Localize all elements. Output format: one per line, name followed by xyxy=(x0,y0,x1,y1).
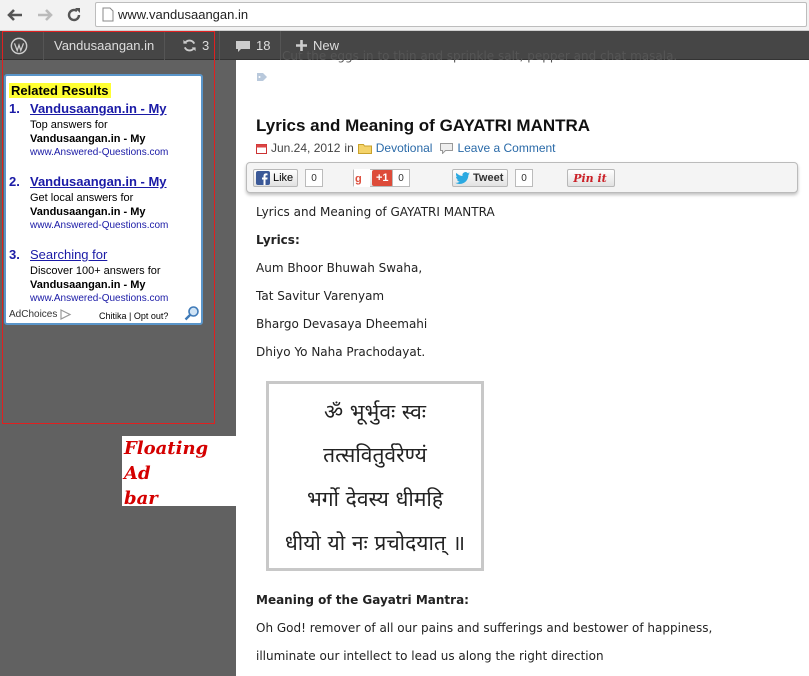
pinterest-button[interactable]: Pin it xyxy=(567,169,615,187)
tweet-count: 0 xyxy=(515,169,533,187)
previous-post-text: Cut the eggs in to thin and sprinkle sal… xyxy=(282,49,678,63)
like-label: Like xyxy=(273,172,294,184)
share-bar: Like 0 g +1 0 Tweet 0 Pin it xyxy=(246,162,798,193)
gplus-label: +1 xyxy=(372,170,393,186)
annotation-line: Floating Ad xyxy=(124,438,209,484)
facebook-like-button[interactable]: Like xyxy=(253,169,299,187)
mantra-line: धीयो यो नः प्रचोदयात् ॥ xyxy=(284,531,466,555)
reload-icon xyxy=(67,8,81,22)
post-meta: Jun.24, 2012 in Devotional Leave a Comme… xyxy=(256,141,556,155)
url-text: www.vandusaangan.in xyxy=(118,7,249,22)
floating-ad-annotation-label: Floating Ad bar xyxy=(122,436,236,509)
comments-count: 18 xyxy=(256,38,271,53)
tweet-label: Tweet xyxy=(473,172,504,184)
svg-text:g: g xyxy=(355,173,362,185)
comments-button[interactable]: 18 xyxy=(225,31,282,60)
google-plus-icon: g xyxy=(354,169,370,187)
post-date: Jun.24, 2012 xyxy=(271,141,341,155)
pin-label: Pin it xyxy=(573,171,607,185)
folder-icon xyxy=(357,143,372,154)
gayatri-mantra-image: ॐ भूर्भुवः स्वः तत्सवितुर्वरेण्यं भर्गो … xyxy=(266,381,484,571)
mantra-line: तत्सवितुर्वरेण्यं xyxy=(323,443,427,467)
browser-toolbar: www.vandusaangan.in xyxy=(0,0,809,31)
forward-button[interactable] xyxy=(34,4,56,26)
back-button[interactable] xyxy=(4,4,26,26)
tag-icon xyxy=(257,73,267,81)
meaning-heading: Meaning of the Gayatri Mantra: xyxy=(256,593,469,607)
lyrics-line: Bhargo Devasaya Dheemahi xyxy=(256,317,428,331)
page-icon xyxy=(102,7,114,22)
meaning-line: Oh God! remover of all our pains and suf… xyxy=(256,621,713,635)
floating-ad-annotation-frame xyxy=(2,31,215,424)
mantra-line: भर्गो देवस्य धीमहि xyxy=(306,487,444,511)
leave-comment-link[interactable]: Leave a Comment xyxy=(457,141,555,155)
annotation-line: bar xyxy=(124,488,158,509)
post-content: Cut the eggs in to thin and sprinkle sal… xyxy=(236,49,809,676)
meaning-line: illuminate our intellect to lead us alon… xyxy=(256,649,604,663)
lyrics-heading: Lyrics: xyxy=(256,233,300,247)
comment-icon xyxy=(440,142,454,154)
facebook-icon xyxy=(256,171,270,185)
lyrics-line: Dhiyo Yo Naha Prachodayat. xyxy=(256,345,426,359)
tweet-button[interactable]: Tweet xyxy=(452,169,509,187)
gplus-count: 0 xyxy=(392,169,410,187)
twitter-bird-icon xyxy=(455,172,470,184)
comment-bubble-icon xyxy=(236,40,250,52)
post-title[interactable]: Lyrics and Meaning of GAYATRI MANTRA xyxy=(256,116,590,136)
lyrics-line: Aum Bhoor Bhuwah Swaha, xyxy=(256,261,423,275)
post-category-link[interactable]: Devotional xyxy=(376,141,433,155)
address-bar[interactable]: www.vandusaangan.in xyxy=(95,2,807,27)
google-plus-button[interactable]: g +1 xyxy=(353,169,398,187)
calendar-icon xyxy=(256,143,267,154)
back-arrow-icon xyxy=(7,9,22,21)
post-in-label: in xyxy=(344,141,354,155)
reload-button[interactable] xyxy=(63,4,85,26)
post-intro: Lyrics and Meaning of GAYATRI MANTRA xyxy=(256,205,495,219)
lyrics-line: Tat Savitur Varenyam xyxy=(256,289,385,303)
like-count: 0 xyxy=(305,169,323,187)
forward-arrow-icon xyxy=(38,9,53,21)
mantra-line: ॐ भूर्भुवः स्वः xyxy=(323,400,427,424)
